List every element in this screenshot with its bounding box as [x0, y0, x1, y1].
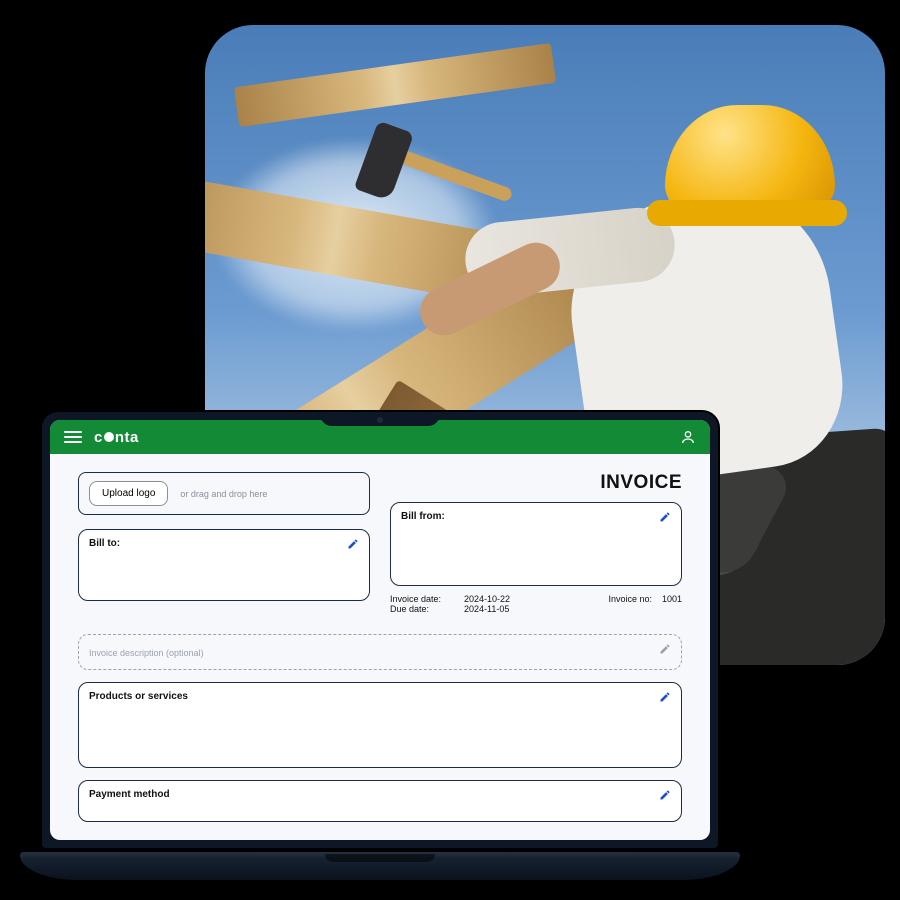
- invoice-no-value: 1001: [662, 594, 682, 614]
- payment-method-label: Payment method: [89, 789, 671, 800]
- invoice-form: Upload logo or drag and drop here Bill t…: [50, 454, 710, 840]
- invoice-date-label: Invoice date:: [390, 594, 454, 604]
- app-viewport: cnta Upload logo or drag and drop here: [50, 420, 710, 840]
- invoice-date-value: 2024-10-22: [464, 594, 510, 604]
- invoice-meta: Invoice date: 2024-10-22 Due date: 2024-…: [390, 594, 682, 614]
- pencil-icon[interactable]: [347, 538, 359, 550]
- bill-from-card[interactable]: Bill from:: [390, 502, 682, 586]
- page-title: INVOICE: [390, 472, 682, 494]
- laptop-base: [20, 852, 740, 880]
- pencil-icon[interactable]: [659, 511, 671, 523]
- due-date-label: Due date:: [390, 604, 454, 614]
- bill-from-label: Bill from:: [401, 511, 671, 522]
- menu-icon[interactable]: [64, 431, 82, 443]
- products-card[interactable]: Products or services: [78, 682, 682, 768]
- payment-method-card[interactable]: Payment method: [78, 780, 682, 822]
- due-date-value: 2024-11-05: [464, 604, 509, 614]
- laptop-notch: [320, 412, 440, 426]
- user-icon[interactable]: [680, 429, 696, 445]
- pencil-icon[interactable]: [659, 643, 671, 655]
- pencil-icon[interactable]: [659, 789, 671, 801]
- laptop-mockup: cnta Upload logo or drag and drop here: [20, 410, 740, 880]
- upload-logo-button[interactable]: Upload logo: [89, 481, 168, 506]
- invoice-no-label: Invoice no:: [608, 594, 652, 614]
- bill-to-card[interactable]: Bill to:: [78, 529, 370, 601]
- description-placeholder: Invoice description (optional): [89, 648, 204, 658]
- pencil-icon[interactable]: [659, 691, 671, 703]
- brand-logo[interactable]: cnta: [94, 429, 139, 446]
- upload-logo-hint: or drag and drop here: [180, 489, 267, 499]
- products-label: Products or services: [89, 691, 671, 702]
- laptop-screen-frame: cnta Upload logo or drag and drop here: [40, 410, 720, 850]
- invoice-description-field[interactable]: Invoice description (optional): [78, 634, 682, 670]
- bill-to-label: Bill to:: [89, 538, 359, 549]
- logo-upload-box[interactable]: Upload logo or drag and drop here: [78, 472, 370, 515]
